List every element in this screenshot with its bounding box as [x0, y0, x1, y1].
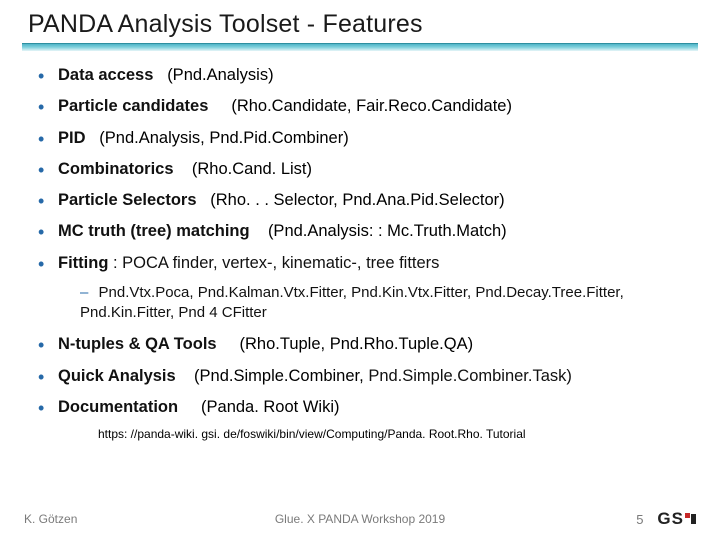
gsi-logo-icon: GS — [657, 509, 696, 529]
label: Documentation — [58, 398, 178, 416]
label: Particle candidates — [58, 97, 208, 115]
label: Particle Selectors — [58, 191, 197, 209]
bullet-ntuples: N-tuples & QA Tools (Rho.Tuple, Pnd.Rho.… — [36, 333, 684, 355]
dash-icon: – — [80, 284, 88, 301]
tail: : POCA finder, vertex-, kinematic-, tree… — [108, 254, 439, 272]
label: MC truth (tree) matching — [58, 222, 250, 240]
label: Fitting — [58, 254, 108, 272]
paren: (Pnd.Simple.Combiner, — [194, 367, 364, 385]
bullet-data-access: Data access (Pnd.Analysis) — [36, 64, 684, 86]
footer-venue: Glue. X PANDA Workshop 2019 — [275, 512, 445, 526]
bullet-quick-analysis: Quick Analysis (Pnd.Simple.Combiner, Pnd… — [36, 365, 684, 387]
footer-author: K. Götzen — [24, 512, 77, 526]
bullet-fitting: Fitting : POCA finder, vertex-, kinemati… — [36, 252, 684, 274]
label: Data access — [58, 66, 153, 84]
bullet-mc-truth: MC truth (tree) matching (Pnd.Analysis: … — [36, 220, 684, 242]
paren: (Rho.Cand. List) — [192, 160, 312, 178]
documentation-url: https: //panda-wiki. gsi. de/foswiki/bin… — [98, 427, 684, 441]
bullet-particle-candidates: Particle candidates (Rho.Candidate, Fair… — [36, 95, 684, 117]
bullet-particle-selectors: Particle Selectors (Rho. . . Selector, P… — [36, 189, 684, 211]
paren: (Rho.Tuple, Pnd.Rho.Tuple.QA) — [240, 335, 474, 353]
bullet-list-3: Documentation (Panda. Root Wiki) — [36, 396, 684, 418]
content-area: Data access (Pnd.Analysis) Particle cand… — [0, 64, 720, 441]
footer-right: 5 GS — [636, 509, 696, 529]
fitters-sublist: – Pnd.Vtx.Poca, Pnd.Kalman.Vtx.Fitter, P… — [80, 283, 684, 324]
label: Quick Analysis — [58, 367, 176, 385]
paren: (Pnd.Analysis: : Mc.Truth.Match) — [268, 222, 507, 240]
paren: (Rho. . . Selector, Pnd.Ana.Pid.Selector… — [210, 191, 504, 209]
trail: Pnd.Simple.Combiner.Task) — [368, 367, 572, 385]
slide: PANDA Analysis Toolset - Features Data a… — [0, 0, 720, 540]
paren: (Pnd.Analysis, Pnd.Pid.Combiner) — [99, 129, 348, 147]
paren: (Rho.Candidate, Fair.Reco.Candidate) — [231, 97, 512, 115]
label: Combinatorics — [58, 160, 174, 178]
footer: K. Götzen Glue. X PANDA Workshop 2019 5 … — [0, 506, 720, 532]
bullet-list: Data access (Pnd.Analysis) Particle cand… — [36, 64, 684, 274]
label: N-tuples & QA Tools — [58, 335, 217, 353]
label: PID — [58, 129, 86, 147]
fitters-text: Pnd.Vtx.Poca, Pnd.Kalman.Vtx.Fitter, Pnd… — [80, 284, 624, 321]
bullet-pid: PID (Pnd.Analysis, Pnd.Pid.Combiner) — [36, 127, 684, 149]
page-number: 5 — [636, 512, 643, 527]
paren: (Panda. Root Wiki) — [201, 398, 339, 416]
slide-title: PANDA Analysis Toolset - Features — [0, 0, 720, 43]
bullet-combinatorics: Combinatorics (Rho.Cand. List) — [36, 158, 684, 180]
title-underline — [22, 43, 698, 55]
bullet-documentation: Documentation (Panda. Root Wiki) — [36, 396, 684, 418]
bullet-list-2: N-tuples & QA Tools (Rho.Tuple, Pnd.Rho.… — [36, 333, 684, 387]
paren: (Pnd.Analysis) — [167, 66, 273, 84]
